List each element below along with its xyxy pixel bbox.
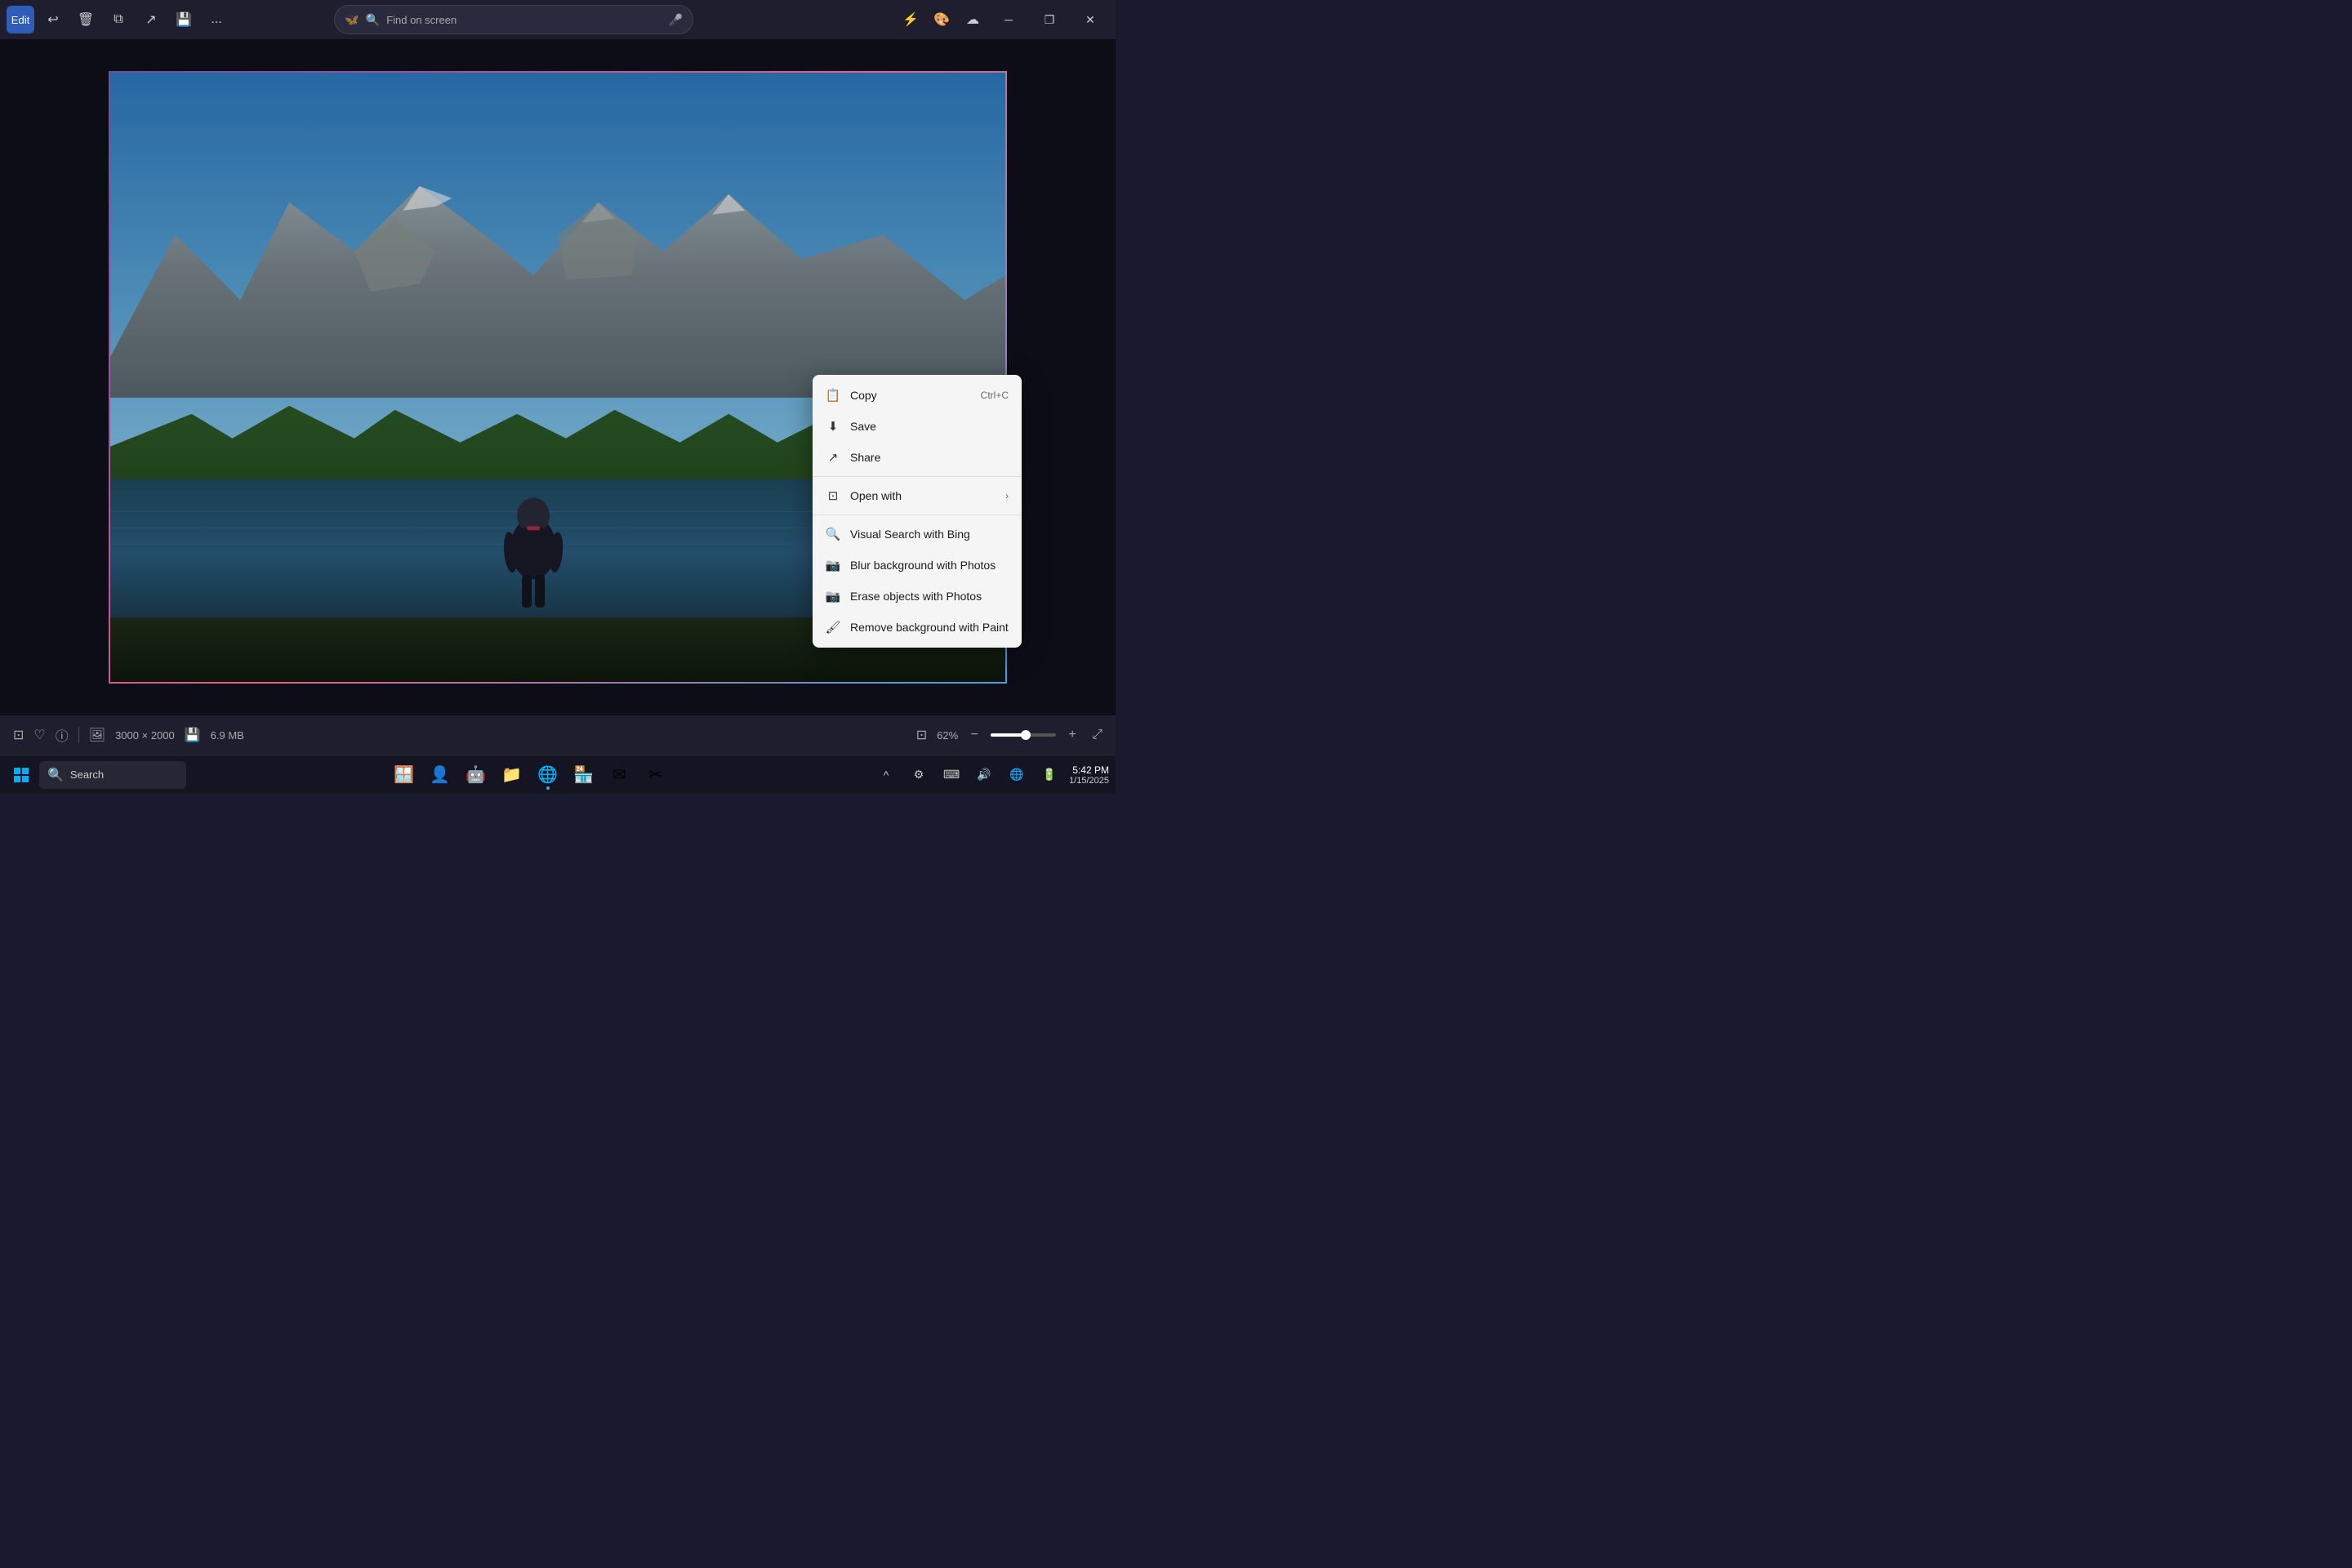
copy-button-toolbar[interactable]: ⧉ [105,6,132,33]
visual-search-label: Visual Search with Bing [850,528,1009,541]
window-controls: ⚡ 🎨 ☁ ─ ❐ ✕ [897,5,1109,34]
share-button-toolbar[interactable]: ↗ [137,6,165,33]
systray-volume-icon[interactable]: 🔊 [971,762,997,788]
address-bar[interactable]: 🦋 🔍 Find on screen 🎤 [334,5,693,34]
taskbar-app-files[interactable]: 📁 [496,759,528,791]
systray-keyboard-icon[interactable]: ⌨ [938,762,964,788]
taskbar-app-explorer[interactable]: 🪟 [388,759,421,791]
taskbar-app-store[interactable]: 🏪 [568,759,600,791]
menu-item-erase-objects[interactable]: 📷 Erase objects with Photos [813,581,1022,612]
zoom-slider-thumb [1021,730,1031,740]
copy-shortcut: Ctrl+C [981,390,1009,401]
taskbar-app-person[interactable]: 👤 [424,759,457,791]
edit-label: Edit [11,14,29,26]
menu-divider-2 [813,514,1022,515]
mic-icon: 🎤 [669,13,683,27]
photos-icon-erase: 📷 [826,589,840,604]
restore-button[interactable]: ❐ [1031,5,1068,34]
filesize-icon: 💾 [185,727,201,743]
save-icon: ⬇ [826,419,840,434]
systray-battery-icon[interactable]: 🔋 [1036,762,1062,788]
fit-screen-icon[interactable]: ⤢ [1092,728,1102,742]
taskbar-systray: ^ ⚙ ⌨ 🔊 🌐 🔋 5:42 PM 1/15/2025 [873,762,1109,788]
taskbar-app-ai[interactable]: 🤖 [460,759,492,791]
systray-chevron[interactable]: ^ [873,762,899,788]
viewer-area: 📋 Copy Ctrl+C ⬇ Save ↗ Share ⊡ Open with… [0,39,1116,715]
context-menu: 📋 Copy Ctrl+C ⬇ Save ↗ Share ⊡ Open with… [813,375,1022,648]
minimize-button[interactable]: ─ [990,5,1027,34]
menu-item-visual-search[interactable]: 🔍 Visual Search with Bing [813,519,1022,550]
delete-button[interactable]: 🗑 [72,6,100,33]
info-icon[interactable]: ⓘ [56,725,69,745]
erase-objects-label: Erase objects with Photos [850,590,1009,603]
search-icon: 🔍 [366,13,380,27]
extensions-icon[interactable]: ⚡ [897,6,924,33]
menu-item-remove-bg[interactable]: 🖌 Remove background with Paint [813,612,1022,643]
more-button-toolbar[interactable]: ... [203,6,230,33]
photos-icon-blur: 📷 [826,558,840,572]
taskbar-clock[interactable]: 5:42 PM 1/15/2025 [1069,764,1109,786]
menu-item-share[interactable]: ↗ Share [813,442,1022,473]
copy-label: Copy [850,389,971,402]
close-button[interactable]: ✕ [1071,5,1109,34]
blur-bg-label: Blur background with Photos [850,559,1009,572]
remove-bg-label: Remove background with Paint [850,621,1009,634]
view-mode-icon[interactable]: ⊡ [916,727,927,743]
search-text: Find on screen [386,14,662,26]
taskbar-date: 1/15/2025 [1069,776,1109,786]
collections-icon[interactable]: 🎨 [928,6,956,33]
onedrive-icon[interactable]: ☁ [959,6,987,33]
taskbar-time: 5:42 PM [1069,764,1109,776]
menu-item-save[interactable]: ⬇ Save [813,411,1022,442]
statusbar-divider-1 [78,727,79,743]
open-with-label: Open with [850,489,996,502]
menu-divider-1 [813,476,1022,477]
windows-logo-icon [14,768,29,782]
image-dimensions: 3000 × 2000 [115,729,175,742]
dimensions-icon: 🖼 [89,727,105,743]
systray-network-icon[interactable]: 🌐 [1004,762,1030,788]
taskbar-search-label: Search [70,768,104,781]
menu-item-copy[interactable]: 📋 Copy Ctrl+C [813,380,1022,411]
zoom-slider[interactable] [991,733,1056,737]
share-icon: ↗ [826,450,840,465]
submenu-arrow-icon: › [1005,490,1009,501]
zoom-in-button[interactable]: + [1062,725,1082,745]
image-container: 📋 Copy Ctrl+C ⬇ Save ↗ Share ⊡ Open with… [109,71,1007,684]
zoom-percent-label: 62% [937,729,958,742]
edit-button[interactable]: Edit [7,6,34,33]
zoom-control: 62% − + [937,725,1082,745]
statusbar: ⊡ ♡ ⓘ 🖼 3000 × 2000 💾 6.9 MB ⊡ 62% − + ⤢ [0,715,1116,755]
taskbar-app-snip[interactable]: ✂ [639,759,672,791]
screencast-icon[interactable]: ⊡ [13,727,24,743]
copy-icon: 📋 [826,388,840,403]
save-label: Save [850,420,1009,433]
taskbar-search-box[interactable]: 🔍 Search [39,761,186,789]
paint-icon: 🖌 [826,620,840,635]
browser-icon: 🦋 [345,13,359,27]
taskbar: 🔍 Search 🪟 👤 🤖 📁 🌐 🏪 ✉ ✂ ^ ⚙ ⌨ 🔊 🌐 🔋 5:4… [0,755,1116,794]
favorite-icon[interactable]: ♡ [33,727,45,743]
taskbar-app-mail[interactable]: ✉ [604,759,636,791]
open-with-icon: ⊡ [826,488,840,503]
bing-icon: 🔍 [826,527,840,541]
statusbar-right: ⊡ 62% − + ⤢ [916,725,1102,745]
taskbar-search-icon: 🔍 [47,767,64,783]
menu-item-open-with[interactable]: ⊡ Open with › [813,480,1022,511]
file-size: 6.9 MB [211,729,244,742]
start-button[interactable] [7,760,36,790]
titlebar: Edit ↩ 🗑 ⧉ ↗ 💾 ... 🦋 🔍 Find on screen 🎤 … [0,0,1116,39]
taskbar-apps: 🪟 👤 🤖 📁 🌐 🏪 ✉ ✂ [189,759,870,791]
share-label: Share [850,451,1009,464]
systray-settings-icon[interactable]: ⚙ [906,762,932,788]
save-button-toolbar[interactable]: 💾 [170,6,198,33]
undo-button[interactable]: ↩ [39,6,67,33]
zoom-out-button[interactable]: − [964,725,984,745]
taskbar-app-edge[interactable]: 🌐 [532,759,564,791]
menu-item-blur-bg[interactable]: 📷 Blur background with Photos [813,550,1022,581]
